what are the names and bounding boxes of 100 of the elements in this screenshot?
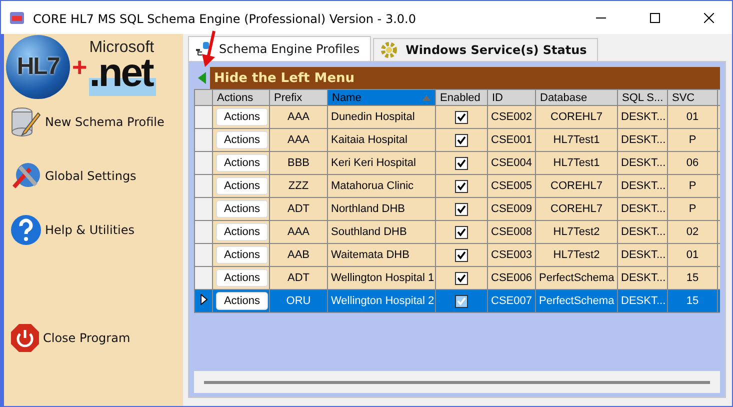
actions-button[interactable]: Actions (216, 131, 268, 149)
table-cell: P (668, 174, 718, 198)
table-cell: DESKT... (618, 220, 668, 244)
column-header[interactable]: Database (536, 90, 618, 106)
table-cell: CSE001 (488, 128, 536, 152)
table-cell: ADT (270, 198, 328, 220)
table-cell: AAB (270, 244, 328, 266)
help-icon (10, 214, 42, 246)
actions-button[interactable]: Actions (216, 177, 268, 195)
tab[interactable]: Windows Service(s) Status (372, 38, 598, 61)
sidebar-item[interactable]: Help & Utilities (4, 213, 183, 247)
table-cell: PerfectSchema (536, 266, 618, 290)
column-header[interactable]: Prefix (270, 90, 328, 106)
enabled-checkbox[interactable] (455, 202, 468, 216)
table-cell: CSE008 (488, 220, 536, 244)
actions-button[interactable]: Actions (216, 223, 268, 241)
table-row[interactable]: Actions ADT Wellington Hospital 1 CSE006 PerfectSchema DESKT... 15 (194, 266, 720, 290)
table-row[interactable]: Actions ZZZ Matahorua Clinic CSE005 COREHL7 DESKT... P (194, 174, 720, 198)
tab[interactable]: Schema Engine Profiles (188, 36, 371, 61)
actions-button[interactable]: Actions (216, 200, 268, 218)
table-row[interactable]: Actions AAA Southland DHB CSE008 HL7Test2 DESKT... 02 (194, 220, 720, 244)
column-header[interactable]: ID (488, 90, 536, 106)
table-cell: ORU (270, 290, 328, 312)
table-cell: CSE004 (488, 152, 536, 174)
actions-button[interactable]: Actions (216, 154, 268, 172)
table-cell: 15 (668, 290, 718, 312)
enabled-checkbox[interactable] (455, 226, 468, 238)
close-icon (704, 12, 714, 22)
column-header[interactable]: Name (328, 90, 436, 106)
logo-text: HL7 (16, 53, 60, 81)
enabled-checkbox[interactable] (455, 134, 468, 146)
table-row[interactable]: Actions BBB Keri Keri Hospital CSE004 HL7Test1 DESKT... 06 (194, 152, 720, 174)
table-cell: DESKT... (618, 174, 668, 198)
column-header[interactable]: SQL S... (618, 90, 668, 106)
column-header[interactable]: Actions (212, 90, 270, 106)
table-cell: COREHL7 (536, 106, 618, 128)
table-cell: ZZZ (270, 174, 328, 198)
table-cell: CSE005 (488, 174, 536, 198)
table-cell: Kaitaia Hospital (328, 128, 436, 152)
table-cell: 15 (668, 266, 718, 290)
table-row[interactable]: Actions AAB Waitemata DHB CSE003 HL7Test2 DESKT... 01 (194, 244, 720, 266)
table-cell: HL7Test2 (536, 220, 618, 244)
app-icon (9, 10, 25, 26)
table-row[interactable]: Actions ADT Northland DHB CSE009 COREHL7 DESKT... P (194, 198, 720, 220)
table-cell: Dunedin Hospital (328, 106, 436, 128)
actions-button[interactable]: Actions (216, 246, 268, 264)
table-cell: DESKT... (618, 244, 668, 266)
column-header[interactable]: SVC (668, 90, 718, 106)
collapse-menu-header[interactable]: Hide the Left Menu (210, 67, 720, 89)
sort-icon (422, 95, 431, 101)
table-cell: CSE009 (488, 198, 536, 220)
table-cell: AAA (270, 220, 328, 244)
enabled-checkbox[interactable] (455, 272, 468, 284)
actions-button[interactable]: Actions (216, 108, 268, 126)
table-cell: P (668, 198, 718, 220)
table-cell: Matahorua Clinic (328, 174, 436, 198)
table-cell: DESKT... (618, 198, 668, 220)
table-cell: CSE007 (488, 290, 536, 312)
actions-button[interactable]: Actions (216, 292, 268, 310)
enabled-checkbox[interactable] (455, 180, 468, 192)
table-cell: 06 (668, 152, 718, 174)
plus-sign: + (72, 52, 88, 82)
table-cell: Keri Keri Hospital (328, 152, 436, 174)
actions-button[interactable]: Actions (216, 269, 268, 287)
sidebar-item[interactable]: Close Program (4, 321, 183, 355)
table-cell: Waitemata DHB (328, 244, 436, 266)
window-title: CORE HL7 MS SQL Schema Engine (Professional) Version - 3.0.0 (33, 10, 417, 26)
sidebar-item[interactable]: New Schema Profile (4, 105, 183, 139)
table-cell: 01 (668, 244, 718, 266)
table-cell: 02 (668, 220, 718, 244)
table-cell: Northland DHB (328, 198, 436, 220)
table-cell: CSE006 (488, 266, 536, 290)
table-cell: DESKT... (618, 290, 668, 312)
table-cell: COREHL7 (536, 174, 618, 198)
enabled-checkbox[interactable] (455, 156, 468, 170)
table-cell: AAA (270, 106, 328, 128)
table-cell: DESKT... (618, 266, 668, 290)
tools-icon (10, 161, 42, 191)
gear-icon (380, 41, 398, 59)
table-cell: P (668, 128, 718, 152)
table-cell: HL7Test1 (536, 128, 618, 152)
sidebar-item[interactable]: Global Settings (4, 159, 183, 193)
column-header[interactable]: Enabled (436, 90, 488, 106)
database-tree-icon (195, 41, 211, 57)
table-cell: Southland DHB (328, 220, 436, 244)
table-cell: PerfectSchema (536, 290, 618, 312)
table-cell: 01 (668, 106, 718, 128)
table-cell: DESKT... (618, 152, 668, 174)
table-cell: CSE002 (488, 106, 536, 128)
table-row[interactable]: Actions AAA Kaitaia Hospital CSE001 HL7Test1 DESKT... P (194, 128, 720, 152)
database-pencil-icon (10, 107, 42, 137)
table-cell: COREHL7 (536, 198, 618, 220)
table-cell: HL7Test2 (536, 244, 618, 266)
enabled-checkbox[interactable] (455, 110, 468, 124)
table-row[interactable]: Actions AAA Dunedin Hospital CSE002 COREHL7 DESKT... 01 (194, 106, 720, 128)
power-icon (10, 323, 40, 353)
enabled-checkbox[interactable] (455, 248, 468, 262)
table-row[interactable]: Actions ORU Wellington Hospital 2 CSE007 PerfectSchema DESKT... 15 (194, 290, 720, 312)
horizontal-scrollbar[interactable] (194, 371, 720, 393)
enabled-checkbox[interactable] (455, 294, 468, 308)
